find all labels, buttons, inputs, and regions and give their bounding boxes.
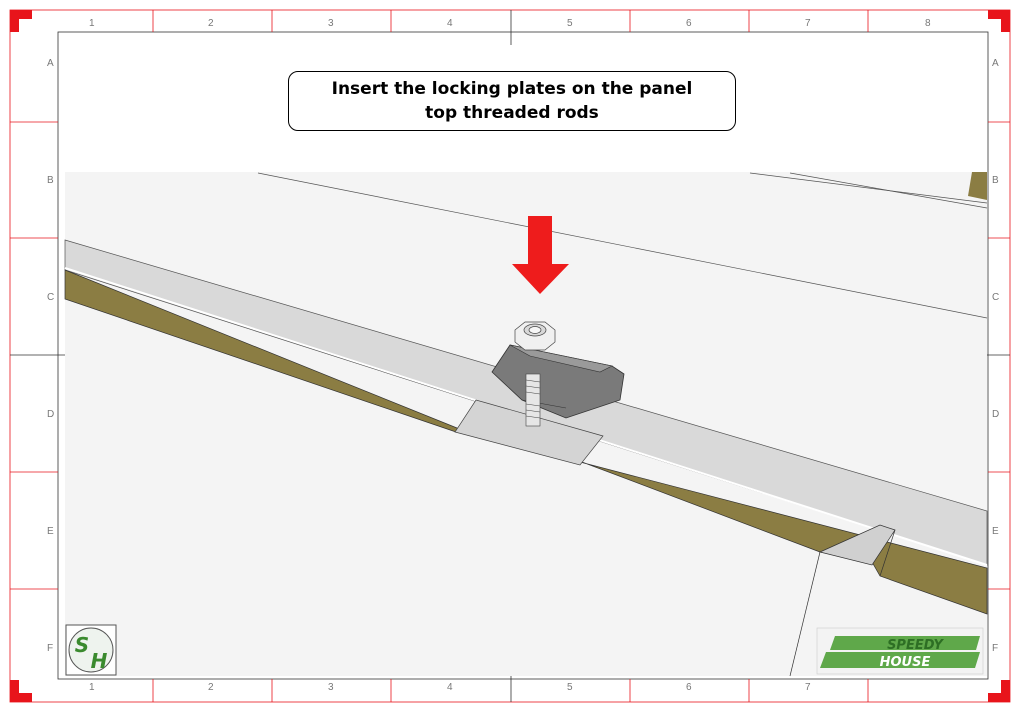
col-label-bottom-7: 7 [805, 682, 811, 693]
col-label-bottom-3: 3 [328, 682, 334, 693]
row-label-right-b: B [992, 175, 999, 186]
col-label-top-4: 4 [447, 18, 453, 29]
col-label-top-6: 6 [686, 18, 692, 29]
col-label-bottom-1: 1 [89, 682, 95, 693]
svg-text:S: S [75, 633, 89, 657]
svg-text:HOUSE: HOUSE [880, 655, 931, 670]
row-label-right-a: A [992, 58, 999, 69]
hex-nut [514, 321, 556, 351]
col-label-top-5: 5 [567, 18, 573, 29]
col-label-top-8: 8 [925, 18, 931, 29]
col-label-bottom-6: 6 [686, 682, 692, 693]
svg-text:SPEEDY: SPEEDY [887, 638, 944, 653]
col-label-bottom-2: 2 [208, 682, 214, 693]
col-label-top-2: 2 [208, 18, 214, 29]
row-label-left-a: A [47, 58, 54, 69]
col-label-bottom-5: 5 [567, 682, 573, 693]
row-label-left-b: B [47, 175, 54, 186]
row-label-right-f: F [992, 643, 999, 654]
row-label-left-e: E [47, 526, 54, 537]
col-label-top-7: 7 [805, 18, 811, 29]
col-label-top-1: 1 [89, 18, 95, 29]
svg-text:H: H [91, 649, 108, 673]
instruction-line-2: top threaded rods [425, 103, 599, 123]
instruction-line-1: Insert the locking plates on the panel [331, 79, 693, 99]
col-label-bottom-4: 4 [447, 682, 453, 693]
row-label-right-c: C [992, 292, 1000, 303]
row-label-left-d: D [47, 409, 55, 420]
row-label-left-f: F [47, 643, 54, 654]
sh-logo-icon: S H [65, 624, 117, 676]
speedy-house-logo-icon: SPEEDY HOUSE [816, 627, 984, 675]
row-label-right-e: E [992, 526, 999, 537]
instruction-callout: Insert the locking plates on the panel t… [288, 71, 736, 131]
threaded-rod [525, 373, 541, 427]
row-label-right-d: D [992, 409, 1000, 420]
col-label-top-3: 3 [328, 18, 334, 29]
row-label-left-c: C [47, 292, 55, 303]
